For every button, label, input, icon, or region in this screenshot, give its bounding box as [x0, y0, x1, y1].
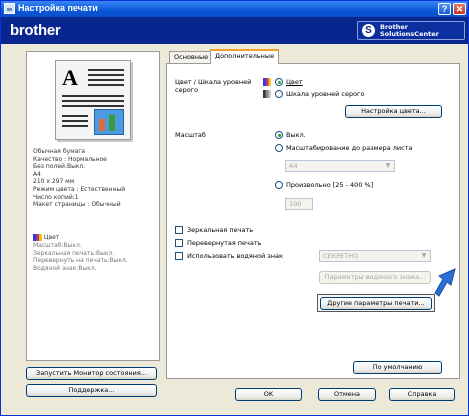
color-settings-button[interactable]: Настройка цвета... [345, 105, 442, 118]
color-mode-icon [33, 234, 42, 241]
scale-label: Масштаб [175, 131, 206, 139]
watermark-label[interactable]: Использовать водяной знак [187, 252, 283, 260]
default-button[interactable]: По умолчанию [353, 361, 442, 374]
close-button[interactable]: ✕ [453, 3, 466, 15]
reverse-label[interactable]: Перевернутая печать [187, 239, 262, 247]
summary-dim-line: Зеркальная печать:Выкл. [33, 249, 115, 257]
summary-dim-list: Масштаб:Выкл. Зеркальная печать:Выкл. Пе… [33, 242, 128, 272]
color-mode-label: Цвет / Шкала уровней [175, 78, 252, 86]
summary-color-row: Цвет [33, 234, 59, 242]
grayscale-radio[interactable] [275, 90, 283, 98]
settings-summary-panel: A Обычная бумага Качество : Нормальное Б… [26, 51, 160, 361]
paper-size-select[interactable]: A4 ▼ [285, 160, 395, 172]
scale-free-label[interactable]: Произвольно [25 - 400 %] [286, 181, 373, 189]
summary-line: A4 [33, 170, 41, 178]
summary-list: Обычная бумага Качество : Нормальное Без… [33, 148, 125, 209]
summary-line: Без полей:Выкл. [33, 163, 86, 171]
print-settings-window: Настройка печати ? ✕ brother S Brother S… [0, 0, 469, 416]
watermark-checkbox[interactable] [175, 252, 183, 260]
preview-image-icon [94, 109, 124, 135]
watermark-select[interactable]: СЕКРЕТНО ▼ [319, 250, 431, 262]
summary-dim-line: Перевернуть на печать:Выкл. [33, 257, 128, 265]
scale-off-label[interactable]: Выкл. [286, 131, 306, 139]
scale-off-radio[interactable] [275, 131, 283, 139]
summary-line: Макет страницы : Обычный [33, 201, 121, 209]
summary-line: Режим цвета : Естественный [33, 185, 126, 193]
title-bar[interactable]: Настройка печати ? ✕ [1, 1, 468, 17]
other-print-options-button[interactable]: Другие параметры печати... [320, 297, 432, 310]
scale-fit-radio[interactable] [275, 144, 283, 152]
scale-percent-value: 100 [289, 200, 302, 208]
advanced-tab-panel: Цвет / Шкала уровней серого Цвет Шкала у… [166, 63, 460, 379]
summary-line: Число копий:1 [33, 193, 79, 201]
support-button[interactable]: Поддержка... [26, 384, 157, 397]
chevron-down-icon: ▼ [385, 162, 391, 169]
watermark-value: СЕКРЕТНО [323, 252, 359, 260]
brand-bar: brother S Brother SolutionsCenter [1, 17, 468, 44]
solutions-line2: SolutionsCenter [380, 30, 439, 38]
grayscale-option-label[interactable]: Шкала уровней серого [286, 90, 364, 98]
color-radio[interactable] [275, 78, 283, 86]
brother-logo: brother [10, 22, 61, 39]
cancel-button[interactable]: Отмена [318, 388, 376, 401]
mirror-label[interactable]: Зеркальная печать [187, 226, 253, 234]
solutions-center-button[interactable]: S Brother SolutionsCenter [357, 21, 465, 40]
tab-control: Основные Дополнительные Цвет / Шкала уро… [166, 49, 460, 381]
status-monitor-button[interactable]: Запустить Монитор состояния... [26, 367, 157, 380]
paper-size-value: A4 [289, 162, 298, 170]
ok-button[interactable]: OK [235, 388, 302, 401]
watermark-params-button[interactable]: Параметры водяного знака... [319, 271, 431, 284]
color-option-label[interactable]: Цвет [286, 78, 303, 86]
chevron-down-icon: ▼ [421, 252, 427, 259]
mirror-checkbox[interactable] [175, 226, 183, 234]
pointer-arrow-icon [434, 268, 456, 297]
summary-dim-line: Водяной знак:Выкл. [33, 264, 97, 272]
help-button[interactable]: ? [438, 3, 451, 15]
summary-line: Обычная бумага [33, 148, 86, 155]
scale-percent-spinner[interactable]: 100 [285, 198, 313, 210]
summary-color-label: Цвет [43, 234, 60, 241]
summary-line: Качество : Нормальное [33, 155, 107, 163]
grayscale-swatch-icon [263, 90, 271, 98]
help-dialog-button[interactable]: Справка [389, 388, 455, 401]
window-title: Настройка печати [18, 3, 98, 13]
scale-fit-label[interactable]: Масштабирование до размера листа [286, 144, 412, 152]
tab-advanced[interactable]: Дополнительные [210, 49, 280, 64]
summary-line: 210 x 297 мм [33, 178, 75, 186]
summary-dim-line: Масштаб:Выкл. [33, 242, 82, 249]
scale-free-radio[interactable] [275, 181, 283, 189]
solutions-center-icon: S [362, 24, 375, 37]
reverse-checkbox[interactable] [175, 239, 183, 247]
page-preview: A [55, 60, 131, 140]
color-mode-label-cont: серого [175, 86, 199, 94]
color-swatch-icon [263, 78, 271, 86]
tab-basic[interactable]: Основные [169, 51, 214, 63]
printer-icon [4, 3, 15, 14]
